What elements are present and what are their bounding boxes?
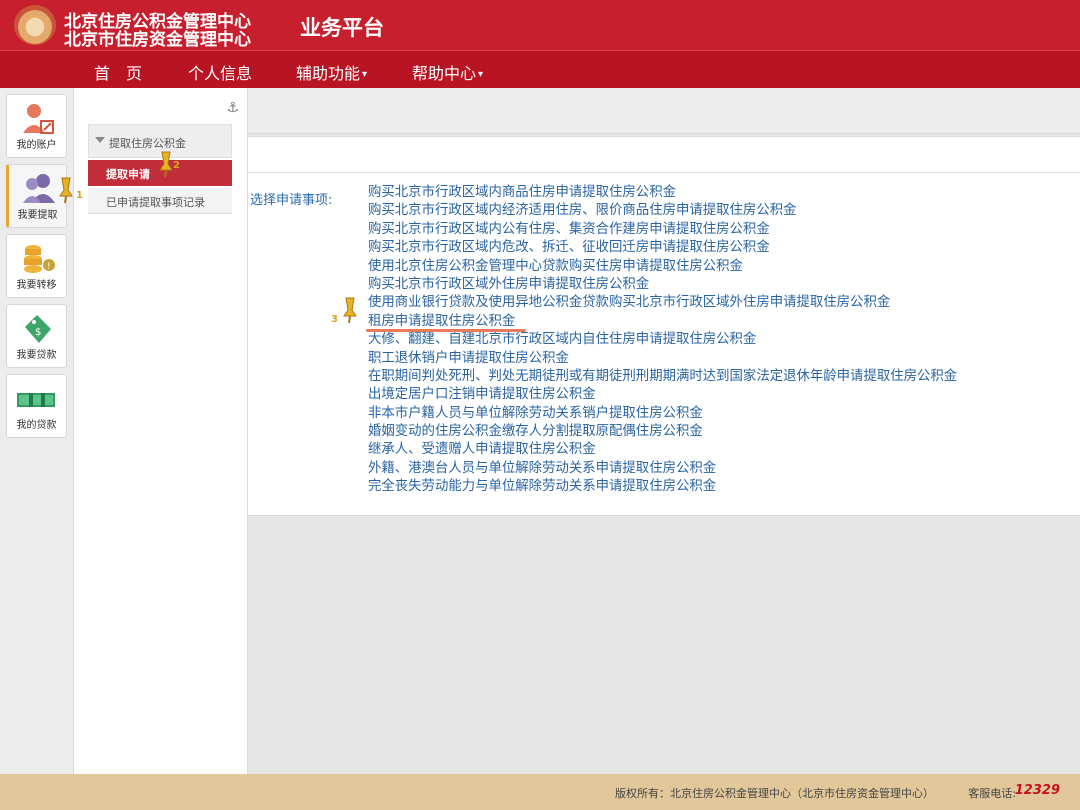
option-link[interactable]: 大修、翻建、自建北京市行政区域内自住住房申请提取住房公积金 xyxy=(368,331,1074,349)
logo-emblem-icon xyxy=(14,5,56,45)
svg-text:$: $ xyxy=(35,327,41,338)
pointer-marker-icon xyxy=(59,177,73,204)
main-content: 选择申请事项: 购买北京市行政区域内商品住房申请提取住房公积金 购买北京市行政区… xyxy=(248,136,1080,516)
option-link[interactable]: 购买北京市行政区域内公有住房、集资合作建房申请提取住房公积金 xyxy=(368,221,1074,239)
chevron-down-icon: ▾ xyxy=(362,69,368,80)
sidebar-item-transfer[interactable]: ! 我要转移 xyxy=(6,234,67,298)
svg-text:!: ! xyxy=(47,262,51,272)
sidebar-item-my-loan[interactable]: 我的贷款 xyxy=(6,374,67,438)
sidebar-item-my-account[interactable]: 我的账户 xyxy=(6,94,67,158)
option-link[interactable]: 继承人、受遗赠人申请提取住房公积金 xyxy=(368,441,1074,459)
nav-aux-functions[interactable]: 辅助功能 ▾ xyxy=(296,60,367,84)
option-link[interactable]: 使用北京住房公积金管理中心贷款购买住房申请提取住房公积金 xyxy=(368,258,1074,276)
hotline-label: 客服电话: xyxy=(968,787,1016,800)
content-header xyxy=(248,137,1080,173)
nav-help-center[interactable]: 帮助中心 ▾ xyxy=(412,60,483,84)
sub-menu-panel: ⚓ 提取住房公积金 提取申请 已申请提取事项记录 xyxy=(74,88,248,774)
users-icon xyxy=(23,174,55,203)
option-link[interactable]: 外籍、港澳台人员与单位解除劳动关系申请提取住房公积金 xyxy=(368,460,1074,478)
option-link[interactable]: 使用商业银行贷款及使用异地公积金贷款购买北京市行政区域外住房申请提取住房公积金 xyxy=(368,294,1074,312)
anchor-icon[interactable]: ⚓ xyxy=(226,100,239,116)
option-link[interactable]: 购买北京市行政区域内商品住房申请提取住房公积金 xyxy=(368,184,1074,202)
option-link[interactable]: 婚姻变动的住房公积金缴存人分割提取原配偶住房公积金 xyxy=(368,423,1074,441)
main-nav: 首 页 个人信息 辅助功能 ▾ 帮助中心 ▾ xyxy=(0,50,1080,88)
marker-number-1: 1 xyxy=(76,190,83,201)
option-link[interactable]: 购买北京市行政区域内经济适用住房、限价商品住房申请提取住房公积金 xyxy=(368,202,1074,220)
pointer-marker-icon xyxy=(343,297,357,324)
option-link[interactable]: 非本市户籍人员与单位解除劳动关系销户提取住房公积金 xyxy=(368,405,1074,423)
money-tag-icon: $ xyxy=(25,315,51,343)
nav-home[interactable]: 首 页 xyxy=(94,60,142,84)
option-link-rent[interactable]: 租房申请提取住房公积金 xyxy=(366,313,1074,333)
option-link[interactable]: 在职期间判处死刑、判处无期徒刑或有期徒刑刑期期满时达到国家法定退休年龄申请提取住… xyxy=(368,368,1074,386)
nav-personal-info[interactable]: 个人信息 xyxy=(188,60,252,84)
option-link[interactable]: 完全丧失劳动能力与单位解除劳动关系申请提取住房公积金 xyxy=(368,478,1074,496)
cash-stack-icon xyxy=(17,393,55,407)
option-link[interactable]: 职工退休销户申请提取住房公积金 xyxy=(368,350,1074,368)
option-link[interactable]: 出境定居户口注销申请提取住房公积金 xyxy=(368,386,1074,404)
marker-number-2: 2 xyxy=(173,160,180,171)
triangle-down-icon xyxy=(95,137,105,143)
coins-icon: ! xyxy=(24,245,55,273)
footer-bar: 版权所有：北京住房公积金管理中心（北京市住房资金管理中心） 客服电话: 1232… xyxy=(0,774,1080,810)
sub-menu-withdraw-records[interactable]: 已申请提取事项记录 xyxy=(88,188,232,214)
sidebar-item-apply-loan[interactable]: $ 我要贷款 xyxy=(6,304,67,368)
site-title-line2: 北京市住房资金管理中心 xyxy=(64,30,251,50)
option-link[interactable]: 购买北京市行政区域内危改、拆迁、征收回迁房申请提取住房公积金 xyxy=(368,239,1074,257)
hotline-number: 12329 xyxy=(1014,783,1060,798)
option-link[interactable]: 购买北京市行政区域外住房申请提取住房公积金 xyxy=(368,276,1074,294)
marker-number-3: 3 xyxy=(331,314,338,325)
select-item-label: 选择申请事项: xyxy=(250,193,333,208)
copyright-text: 版权所有：北京住房公积金管理中心（北京市住房资金管理中心） xyxy=(615,787,934,800)
application-options: 购买北京市行政区域内商品住房申请提取住房公积金 购买北京市行政区域内经济适用住房… xyxy=(366,184,1074,497)
breadcrumb-bar xyxy=(248,88,1080,134)
site-title-main: 业务平台 xyxy=(300,16,384,40)
chevron-down-icon: ▾ xyxy=(478,69,484,80)
header-bar: 北京住房公积金管理中心 北京市住房资金管理中心 业务平台 xyxy=(0,0,1080,50)
user-edit-icon xyxy=(23,104,54,134)
